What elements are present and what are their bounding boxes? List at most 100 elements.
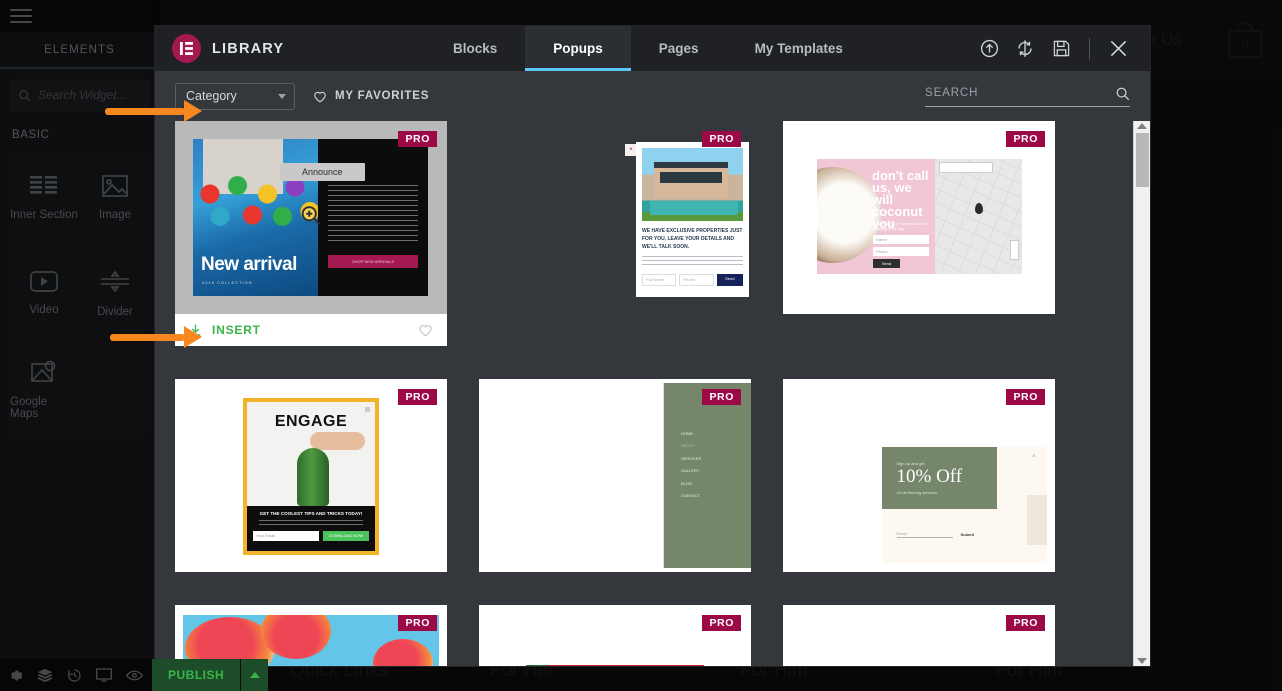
chevron-down-icon <box>278 93 286 99</box>
side-menu-panel: HOME ABOUT SERVICES GALLERY BLOG CONTACT <box>664 383 751 568</box>
library-search[interactable]: SEARCH <box>925 86 1130 107</box>
template-sub: organic pop up market store is heading y… <box>873 221 927 232</box>
menu-item[interactable]: BLOG <box>681 481 751 486</box>
pro-badge: PRO <box>398 131 437 147</box>
chevron-up-icon <box>249 672 260 678</box>
template-tag: Announce <box>280 163 365 181</box>
menu-item[interactable]: CONTACT <box>681 493 751 498</box>
insert-button[interactable]: INSERT <box>212 323 261 337</box>
menu-item[interactable]: HOME <box>681 431 751 436</box>
my-favorites-filter[interactable]: MY FAVORITES <box>313 90 429 103</box>
pro-badge: PRO <box>702 389 741 405</box>
template-thumbnail[interactable]: PRO <box>783 605 1055 666</box>
close-icon[interactable]: × <box>1032 454 1036 460</box>
modal-toolbar: Category MY FAVORITES SEARCH <box>155 71 1150 121</box>
arrow-head <box>184 326 202 348</box>
scroll-up-arrow-icon[interactable] <box>1137 123 1147 129</box>
scroll-down-arrow-icon[interactable] <box>1137 658 1147 664</box>
template-card[interactable]: PRO <box>783 605 1055 666</box>
modal-actions <box>971 26 1150 71</box>
template-cta[interactable]: Send <box>873 259 900 269</box>
scrollbar-thumb[interactable] <box>1135 133 1149 187</box>
template-card[interactable]: PRO Sign up and get 10% Off On all floor… <box>783 379 1055 572</box>
tab-popups[interactable]: Popups <box>525 26 631 71</box>
menu-item[interactable]: SERVICES <box>681 456 751 461</box>
template-sub: 2019 COLLECTION <box>202 279 253 285</box>
search-icon <box>1116 87 1130 100</box>
modal-header: LIBRARY Blocks Popups Pages My Templates <box>155 26 1150 71</box>
template-thumbnail[interactable]: PRO HOME ABOUT SERVICES GALLERY BLOG CON… <box>479 379 751 572</box>
template-cta: SHOP NEW ARRIVALS <box>328 255 418 268</box>
pro-badge: PRO <box>1006 131 1045 147</box>
form-field[interactable]: Name <box>873 235 929 245</box>
template-card[interactable]: PRO HOME ABOUT SERVICES GALLERY BLOG CON… <box>479 379 751 572</box>
modal-body: PRO New arrival 2019 COLLECTION SHOP NEW… <box>155 121 1150 666</box>
arrow-shaft <box>105 107 185 115</box>
modal-title: LIBRARY <box>212 40 285 57</box>
template-headline: ENGAGE <box>274 413 348 430</box>
tab-blocks[interactable]: Blocks <box>425 26 525 71</box>
close-icon[interactable] <box>1100 26 1136 71</box>
template-card[interactable]: PRO × WE HAVE EXCLUSIVE PROPERTIES JUST … <box>479 121 751 346</box>
pro-badge: PRO <box>1006 389 1045 405</box>
form-field[interactable]: Phone <box>679 274 714 286</box>
library-search-placeholder: SEARCH <box>925 87 979 99</box>
map-preview <box>935 159 1022 274</box>
heart-icon <box>314 91 326 102</box>
templates-grid: PRO New arrival 2019 COLLECTION SHOP NEW… <box>175 121 1113 666</box>
actions-divider <box>1089 37 1090 60</box>
zoom-preview-icon[interactable] <box>301 205 322 231</box>
annotation-arrow-insert <box>110 326 202 348</box>
template-headline: WE HAVE EXCLUSIVE PROPERTIES JUST FOR YO… <box>642 228 743 250</box>
template-thumbnail[interactable]: PRO New arrival 2019 COLLECTION SHOP NEW… <box>175 121 447 314</box>
template-cta[interactable]: DOWNLOAD NOW <box>322 531 369 541</box>
pro-badge: PRO <box>702 615 741 631</box>
arrow-shaft <box>110 333 185 341</box>
pro-badge: PRO <box>398 615 437 631</box>
form-field[interactable]: Phone <box>873 247 929 257</box>
template-card[interactable]: PRO <box>175 605 447 666</box>
template-headline: 10% Off <box>896 465 963 487</box>
template-cta[interactable]: Send <box>716 274 743 286</box>
template-thumbnail[interactable]: PRO <box>479 605 751 666</box>
modal-scrollbar[interactable] <box>1133 121 1150 666</box>
template-sub: On all flooring services <box>896 489 937 495</box>
favorite-heart-icon[interactable] <box>418 323 433 337</box>
pro-badge: PRO <box>398 389 437 405</box>
template-library-modal: LIBRARY Blocks Popups Pages My Templates <box>155 26 1150 666</box>
annotation-arrow-category <box>105 100 202 122</box>
template-headline: New arrival <box>201 254 297 276</box>
template-card[interactable]: PRO don't call us, we will coconut you o… <box>783 121 1055 346</box>
menu-item[interactable]: ABOUT <box>681 443 751 448</box>
menu-item[interactable]: GALLERY <box>681 468 751 473</box>
template-thumbnail[interactable]: PRO Sign up and get 10% Off On all floor… <box>783 379 1055 572</box>
upload-icon[interactable] <box>971 26 1007 71</box>
publish-options-chevron[interactable] <box>240 659 269 691</box>
insert-bar[interactable]: INSERT <box>175 314 447 346</box>
template-card[interactable]: PRO ENGAGE GET THE COOLEST TIPS AND TRIC… <box>175 379 447 572</box>
publish-button-group[interactable]: PUBLISH <box>152 659 269 691</box>
tab-my-templates[interactable]: My Templates <box>727 26 871 71</box>
tab-pages[interactable]: Pages <box>631 26 727 71</box>
library-brand: LIBRARY <box>155 26 425 71</box>
form-field[interactable]: Full Name <box>642 274 677 286</box>
publish-button[interactable]: PUBLISH <box>152 659 241 691</box>
template-sub: GET THE COOLEST TIPS AND TRICKS TODAY! <box>259 511 363 516</box>
form-field[interactable]: Your Email <box>253 531 319 541</box>
template-thumbnail[interactable]: PRO × WE HAVE EXCLUSIVE PROPERTIES JUST … <box>479 121 751 314</box>
form-field[interactable]: Email <box>896 531 953 538</box>
template-card[interactable]: PRO New arrival 2019 COLLECTION SHOP NEW… <box>175 121 447 346</box>
template-thumbnail[interactable]: PRO don't call us, we will coconut you o… <box>783 121 1055 314</box>
elementor-logo-icon <box>172 34 201 63</box>
template-thumbnail[interactable]: PRO <box>175 605 447 666</box>
template-thumbnail[interactable]: PRO ENGAGE GET THE COOLEST TIPS AND TRIC… <box>175 379 447 572</box>
save-icon[interactable] <box>1043 26 1079 71</box>
template-cta[interactable]: Submit <box>961 532 975 537</box>
pro-badge: PRO <box>1006 615 1045 631</box>
pro-badge: PRO <box>702 131 741 147</box>
sync-icon[interactable] <box>1007 26 1043 71</box>
my-favorites-label: MY FAVORITES <box>335 90 430 102</box>
arrow-head <box>184 100 202 122</box>
template-card[interactable]: PRO <box>479 605 751 666</box>
templates-scroll-area: PRO New arrival 2019 COLLECTION SHOP NEW… <box>155 121 1133 666</box>
